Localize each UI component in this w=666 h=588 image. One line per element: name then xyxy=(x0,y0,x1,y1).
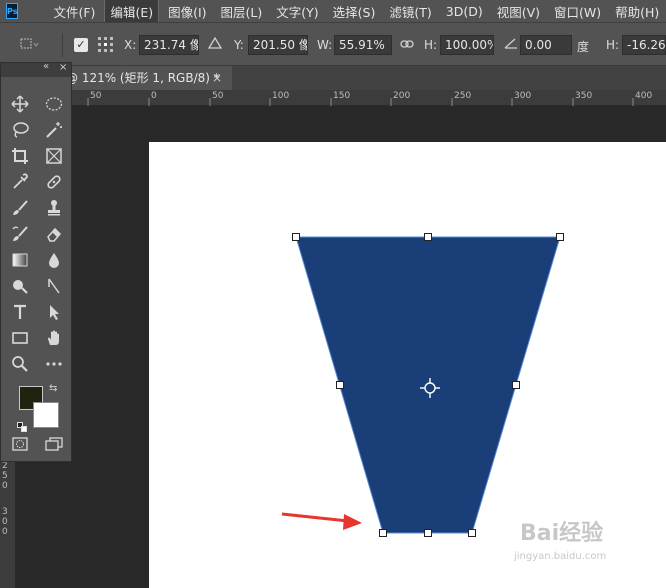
clone-stamp-tool-icon[interactable] xyxy=(41,197,67,219)
eraser-tool-icon[interactable] xyxy=(41,223,67,245)
ruler-tick-label: 5 xyxy=(2,471,8,481)
h-field[interactable]: 100.00% xyxy=(440,35,494,55)
default-colors-icon[interactable] xyxy=(17,417,27,432)
brush-tool-icon[interactable] xyxy=(7,197,33,219)
options-bar: ✓ X: 231.74 像 Y: 201.50 像 W: 55.91% H: 1… xyxy=(0,22,666,66)
menu-help[interactable]: 帮助(H) xyxy=(610,0,664,23)
menu-view[interactable]: 视图(V) xyxy=(492,0,545,23)
y-field[interactable]: 201.50 像 xyxy=(248,35,308,55)
delta-icon[interactable] xyxy=(207,36,223,53)
marquee-tool-icon[interactable] xyxy=(41,93,67,115)
frame-tool-icon[interactable] xyxy=(41,145,67,167)
watermark-text: Bai经验 xyxy=(520,521,604,546)
lasso-tool-icon[interactable] xyxy=(7,119,33,141)
x-label: X: xyxy=(124,38,137,52)
menu-select[interactable]: 选择(S) xyxy=(328,0,381,23)
ruler-tick-label: 2 xyxy=(2,461,8,471)
path-selection-tool-icon[interactable] xyxy=(41,301,67,323)
history-brush-tool-icon[interactable] xyxy=(7,223,33,245)
menu-edit[interactable]: 编辑(E) xyxy=(104,0,160,24)
angle-icon xyxy=(503,36,519,53)
document-tab[interactable]: @ 121% (矩形 1, RGB/8) * × xyxy=(62,66,232,90)
hskew-label: H: xyxy=(606,38,620,52)
baidu-watermark: Bai经验 jingyan.baidu.com xyxy=(508,515,638,575)
eyedropper-tool-icon[interactable] xyxy=(7,171,33,193)
blur-tool-icon[interactable] xyxy=(41,249,67,271)
ruler-tick-label: 400 xyxy=(635,91,653,101)
hskew-field[interactable]: -16.26 xyxy=(622,35,666,55)
dodge-tool-icon[interactable] xyxy=(7,275,33,297)
ruler-tick-label: 0 xyxy=(2,517,8,527)
menu-bar: Ps 文件(F) 编辑(E) 图像(I) 图层(L) 文字(Y) 选择(S) 滤… xyxy=(0,0,666,24)
menu-file[interactable]: 文件(F) xyxy=(48,0,100,23)
y-label: Y: xyxy=(234,38,244,52)
menu-window[interactable]: 窗口(W) xyxy=(549,0,606,23)
swap-colors-icon[interactable]: ⇆ xyxy=(49,383,57,394)
collapse-panel-icon[interactable]: « xyxy=(43,61,49,72)
close-tab-icon[interactable]: × xyxy=(212,66,222,90)
w-field[interactable]: 55.91% xyxy=(334,35,392,55)
pen-tool-icon[interactable] xyxy=(41,275,67,297)
tools-panel-header[interactable]: « × xyxy=(1,61,71,77)
ruler-tick-label: 300 xyxy=(514,91,532,101)
healing-brush-tool-icon[interactable] xyxy=(41,171,67,193)
ruler-tick-label: 0 xyxy=(151,91,157,101)
zoom-tool-icon[interactable] xyxy=(7,353,33,375)
document-tab-title: @ 121% (矩形 1, RGB/8) * xyxy=(66,71,220,85)
quick-mask-icon[interactable] xyxy=(7,433,33,455)
ruler-tick-label: 350 xyxy=(575,91,593,101)
link-icon[interactable] xyxy=(400,37,414,54)
photoshop-logo[interactable]: Ps xyxy=(6,3,19,19)
ruler-tick-label: 0 xyxy=(2,481,8,491)
horizontal-ruler[interactable]: 50 0 50 100 150 200 250 300 350 400 xyxy=(0,90,666,106)
menu-layer[interactable]: 图层(L) xyxy=(216,0,268,23)
ruler-tick-label: 200 xyxy=(393,91,411,101)
gradient-tool-icon[interactable] xyxy=(7,249,33,271)
background-color-swatch[interactable] xyxy=(33,402,59,428)
type-tool-icon[interactable] xyxy=(7,301,33,323)
ruler-tick-label: 3 xyxy=(2,507,8,517)
more-tools-icon[interactable] xyxy=(41,353,67,375)
ruler-tick-label: 0 xyxy=(2,527,8,537)
angle-field[interactable]: 0.00 xyxy=(520,35,572,55)
w-label: W: xyxy=(317,38,333,52)
menu-image[interactable]: 图像(I) xyxy=(163,0,211,23)
tools-panel: « × ⇆ xyxy=(0,61,72,462)
transform-tool-icon[interactable] xyxy=(18,36,40,55)
crop-tool-icon[interactable] xyxy=(7,145,33,167)
x-field[interactable]: 231.74 像 xyxy=(139,35,199,55)
menu-filter[interactable]: 滤镜(T) xyxy=(384,0,436,23)
ruler-tick-label: 150 xyxy=(333,91,351,101)
document-tab-bar: @ 121% (矩形 1, RGB/8) * × xyxy=(0,66,666,90)
ruler-tick-label: 250 xyxy=(454,91,472,101)
reference-point-icon[interactable] xyxy=(96,35,116,58)
ruler-tick-label: 100 xyxy=(272,91,290,101)
angle-unit: 度 xyxy=(577,40,590,54)
move-tool-icon[interactable] xyxy=(7,93,33,115)
menu-3d[interactable]: 3D(D) xyxy=(441,2,488,21)
hand-tool-icon[interactable] xyxy=(41,327,67,349)
watermark-subtext: jingyan.baidu.com xyxy=(514,551,607,562)
close-panel-icon[interactable]: × xyxy=(59,62,67,73)
h-label: H: xyxy=(424,38,438,52)
reference-point-checkbox[interactable]: ✓ xyxy=(74,38,88,52)
rectangle-tool-icon[interactable] xyxy=(7,327,33,349)
ruler-tick-label: 50 xyxy=(212,91,224,101)
menu-type[interactable]: 文字(Y) xyxy=(271,0,323,23)
ruler-tick-label: 50 xyxy=(90,91,102,101)
magic-wand-tool-icon[interactable] xyxy=(41,119,67,141)
screen-mode-icon[interactable] xyxy=(41,433,67,455)
